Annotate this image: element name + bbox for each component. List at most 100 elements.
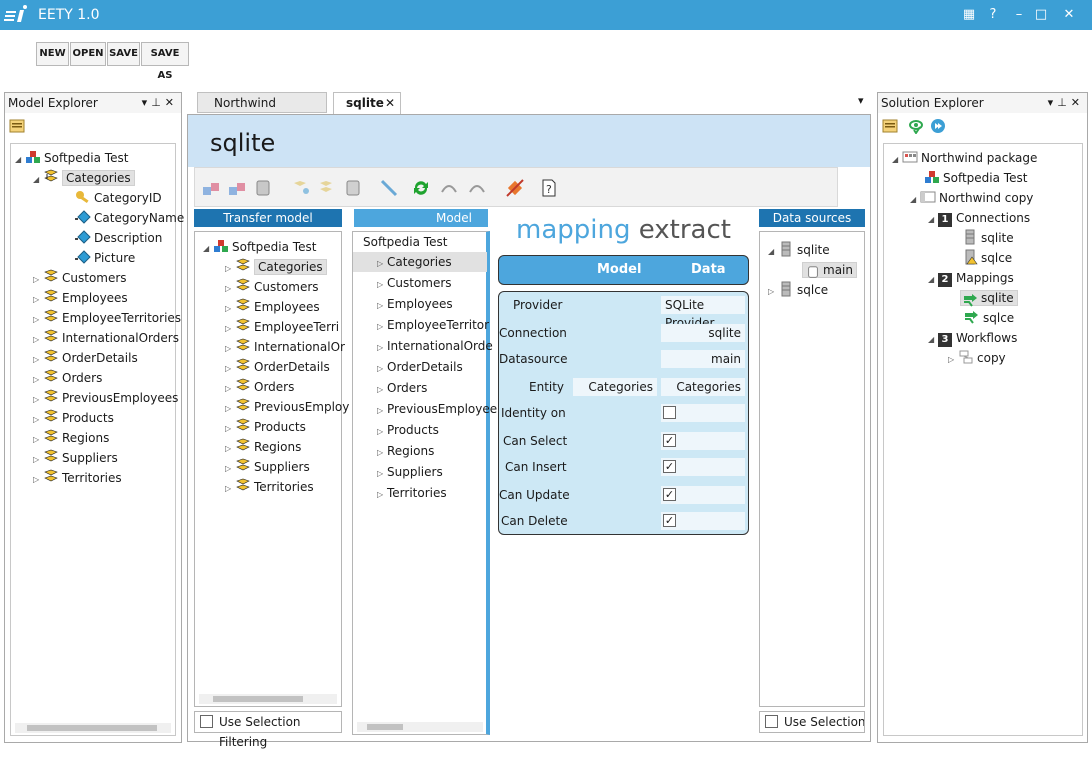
model-item[interactable]: ▷ Suppliers (377, 462, 443, 482)
tree-item-table[interactable]: ▷ EmployeeTerritories (33, 308, 181, 328)
solution-northwind-copy[interactable]: ◢ Northwind copy (910, 188, 1033, 208)
add-entity-icon[interactable] (201, 178, 221, 198)
tree-item-table[interactable]: ▷ Customers (33, 268, 127, 288)
properties-icon[interactable] (882, 118, 898, 134)
model-item[interactable]: ▷ InternationalOrde (377, 336, 493, 356)
transfer-item-categories[interactable]: ▷ Categories (225, 257, 327, 277)
connect-icon[interactable] (379, 178, 399, 198)
can-select-checkbox[interactable]: ✓ (663, 434, 676, 447)
workflow-copy[interactable]: ▷ copy (948, 348, 1006, 368)
datasource-sqlite[interactable]: ◢ sqlite (768, 240, 830, 260)
transfer-item[interactable]: ▷ Customers (225, 277, 319, 297)
model-item-categories[interactable]: ▷ Categories (353, 252, 487, 272)
solution-workflows[interactable]: ◢ 3 Workflows (928, 328, 1017, 348)
view-icon[interactable] (908, 118, 924, 134)
unlink-icon[interactable] (467, 178, 487, 198)
model-root[interactable]: Softpedia Test (363, 232, 447, 252)
remove-entity-icon[interactable] (227, 178, 247, 198)
help-icon[interactable]: ? (982, 5, 1004, 25)
transfer-item[interactable]: ▷ Employees (225, 297, 320, 317)
connection-sqlce[interactable]: sqlce (962, 248, 1012, 268)
entity-data-value[interactable]: Categories (661, 378, 745, 396)
tree-item-table[interactable]: ▷ Regions (33, 428, 109, 448)
save-as-button[interactable]: SAVE AS (141, 42, 189, 81)
model-item[interactable]: ▷ Regions (377, 441, 434, 461)
transfer-filter-checkbox[interactable] (200, 715, 213, 728)
solution-root[interactable]: ◢ Northwind package (892, 148, 1037, 168)
tree-field-categoryid[interactable]: CategoryID (75, 188, 162, 208)
model-item[interactable]: ▷ PreviousEmployee (377, 399, 497, 419)
solution-connections[interactable]: ◢ 1 Connections (928, 208, 1030, 228)
maximize-button[interactable]: □ (1030, 5, 1052, 25)
transfer-item[interactable]: ▷ Suppliers (225, 457, 310, 477)
model-item[interactable]: ▷ OrderDetails (377, 357, 463, 377)
can-insert-checkbox[interactable]: ✓ (663, 460, 676, 473)
help-document-icon[interactable]: ? (539, 178, 559, 198)
properties-icon[interactable] (9, 118, 25, 134)
tree-item-categories[interactable]: ◢ Categories (33, 168, 135, 188)
transfer-item[interactable]: ▷ Territories (225, 477, 314, 497)
datasource-sqlce[interactable]: ▷ sqlce (768, 280, 828, 300)
model-item[interactable]: ▷ Customers (377, 273, 452, 293)
tree-item-table[interactable]: ▷ Territories (33, 468, 122, 488)
tree-item-table[interactable]: ▷ Suppliers (33, 448, 118, 468)
close-tab-icon[interactable]: ✕ (385, 93, 395, 113)
transfer-item[interactable]: ▷ Products (225, 417, 306, 437)
open-button[interactable]: OPEN (70, 42, 106, 66)
close-button[interactable]: ✕ (1058, 5, 1080, 25)
link-fields-icon[interactable] (291, 178, 311, 198)
run-icon[interactable] (930, 118, 946, 134)
connection-value[interactable]: sqlite (661, 324, 745, 342)
disconnect-icon[interactable] (505, 178, 525, 198)
refresh-icon[interactable] (411, 178, 431, 198)
transfer-item[interactable]: ▷ InternationalOr (225, 337, 345, 357)
panel-controls[interactable]: ▾⊥✕ (1048, 93, 1084, 113)
tree-field-categoryname[interactable]: CategoryName (75, 208, 184, 228)
solution-mappings[interactable]: ◢ 2 Mappings (928, 268, 1014, 288)
model-item[interactable]: ▷ Orders (377, 378, 427, 398)
tab-sqlite[interactable]: sqlite ✕ (333, 92, 401, 114)
table-icon[interactable] (343, 178, 363, 198)
transfer-item[interactable]: ▷ OrderDetails (225, 357, 330, 377)
datasource-filter-checkbox[interactable] (765, 715, 778, 728)
transfer-item[interactable]: ▷ PreviousEmploy (225, 397, 349, 417)
can-update-checkbox[interactable]: ✓ (663, 488, 676, 501)
save-button[interactable]: SAVE (107, 42, 140, 66)
identity-on-checkbox[interactable] (663, 406, 676, 419)
connection-sqlite[interactable]: sqlite (962, 228, 1014, 248)
datasource-value[interactable]: main (661, 350, 745, 368)
mapping-sqlite[interactable]: sqlite (960, 288, 1018, 308)
tree-item-table[interactable]: ▷ Products (33, 408, 114, 428)
tab-overflow-icon[interactable]: ▾ (858, 94, 864, 107)
panel-controls[interactable]: ▾⊥✕ (142, 93, 178, 113)
can-delete-checkbox[interactable]: ✓ (663, 514, 676, 527)
datasource-main[interactable]: main (802, 260, 857, 280)
minimize-button[interactable]: – (1008, 5, 1030, 25)
tree-item-table[interactable]: ▷ PreviousEmployees (33, 388, 178, 408)
mapping-sqlce[interactable]: sqlce (964, 308, 1014, 328)
provider-value[interactable]: SQLite Provider (661, 296, 745, 330)
tree-item-table[interactable]: ▷ Employees (33, 288, 128, 308)
horizontal-scrollbar[interactable] (15, 723, 171, 733)
tree-field-picture[interactable]: Picture (75, 248, 135, 268)
tree-item-table[interactable]: ▷ OrderDetails (33, 348, 138, 368)
transfer-item[interactable]: ▷ Orders (225, 377, 294, 397)
tree-item-table[interactable]: ▷ InternationalOrders (33, 328, 179, 348)
tab-northwind-package[interactable]: Northwind package (197, 92, 327, 130)
apps-grid-icon[interactable]: ▦ (958, 5, 980, 25)
tree-item-table[interactable]: ▷ Orders (33, 368, 102, 388)
database-icon[interactable] (253, 178, 273, 198)
tree-field-description[interactable]: Description (75, 228, 162, 248)
model-item[interactable]: ▷ Employees (377, 294, 453, 314)
transfer-item[interactable]: ▷ EmployeeTerri (225, 317, 339, 337)
model-item[interactable]: ▷ Territories (377, 483, 447, 503)
model-item[interactable]: ▷ Products (377, 420, 439, 440)
horizontal-scrollbar[interactable] (357, 722, 483, 732)
tree-root[interactable]: ◢ Softpedia Test (15, 148, 128, 168)
tree-root[interactable]: ◢ Softpedia Test (203, 237, 316, 257)
link-icon[interactable] (439, 178, 459, 198)
horizontal-scrollbar[interactable] (199, 694, 337, 704)
transfer-item[interactable]: ▷ Regions (225, 437, 301, 457)
map-fields-icon[interactable] (317, 178, 337, 198)
model-item[interactable]: ▷ EmployeeTerritor (377, 315, 489, 335)
